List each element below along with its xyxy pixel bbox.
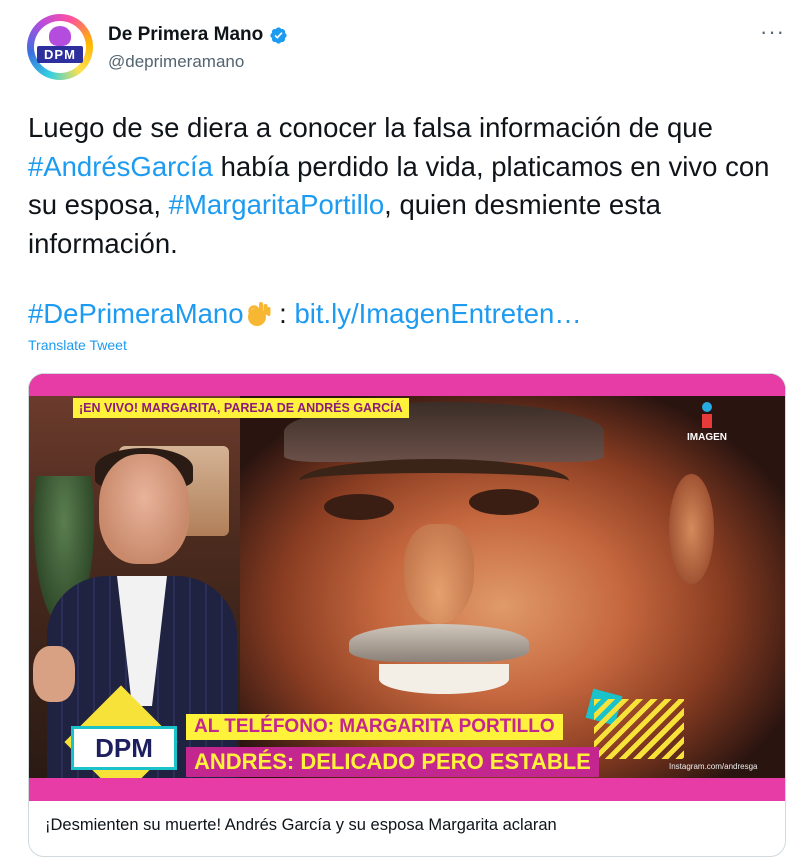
card-title[interactable]: ¡Desmienten su muerte! Andrés García y s… [45,816,557,835]
tweet: DPM De Primera Mano @deprimeramano ··· L… [0,0,800,867]
logo-bar [702,414,712,428]
portrait-nose [404,524,474,624]
tweet-link[interactable]: bit.ly/ImagenEntreten… [294,298,581,329]
more-options-icon[interactable]: ··· [760,21,785,43]
author-row: De Primera Mano [108,24,288,46]
channel-logo-text: IMAGEN [687,432,727,443]
avatar-logo: DPM [37,46,83,63]
hashtag-andresgarcia[interactable]: #AndrésGarcía [28,151,213,182]
tweet-text-part: Luego de se diera a conocer la falsa inf… [28,112,713,143]
portrait-smile [379,664,509,694]
lower-third-status: ANDRÉS: DELICADO PERO ESTABLE [186,747,599,777]
decor-zigzag [594,699,684,759]
lower-third-caller: AL TELÉFONO: MARGARITA PORTILLO [186,714,563,740]
author-name[interactable]: De Primera Mano [108,24,263,46]
verified-badge-icon[interactable] [269,26,288,45]
tweet-text: Luego de se diera a conocer la falsa inf… [28,109,788,263]
portrait-eye-left [324,494,394,520]
translate-tweet-link[interactable]: Translate Tweet [28,337,127,353]
portrait-eye-right [469,489,539,515]
link-card[interactable]: IMAGEN ¡EN VIVO! MARGARITA, PAREJA DE AN… [28,373,786,857]
author-handle[interactable]: @deprimeramano [108,52,244,72]
host-face [99,454,189,564]
bottom-pink-bar [29,778,785,801]
ok-hand-icon [247,302,271,326]
imagen-channel-logo: IMAGEN [679,402,735,443]
portrait-mustache [349,624,529,662]
hashtag-deprimeramano[interactable]: #DePrimeraMano [28,298,244,329]
link-separator: : [271,298,295,329]
dpm-logo: DPM [71,726,177,770]
top-pink-bar [29,374,785,396]
hand-icon [49,26,71,46]
logo-dot [702,402,712,412]
hashtag-margaritaportillo[interactable]: #MargaritaPortillo [169,189,385,220]
portrait-ear [669,474,714,584]
live-banner: ¡EN VIVO! MARGARITA, PAREJA DE ANDRÉS GA… [73,398,409,418]
host-hand [33,646,75,702]
avatar[interactable]: DPM [27,14,93,80]
card-video-thumbnail[interactable]: IMAGEN ¡EN VIVO! MARGARITA, PAREJA DE AN… [29,374,785,801]
tweet-footer-line: #DePrimeraMano : bit.ly/ImagenEntreten… [28,295,582,333]
photo-credit: Instagram.com/andresga [669,762,758,771]
